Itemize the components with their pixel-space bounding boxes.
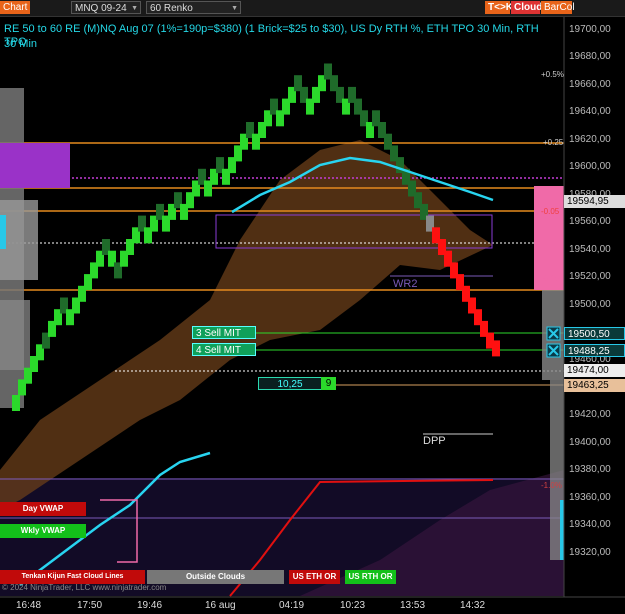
pct-mark: -0.05 <box>541 207 560 216</box>
price-tick-label: 19400,00 <box>569 437 611 448</box>
price-tick-label: 19380,00 <box>569 464 611 475</box>
us-rth-or-button[interactable]: US RTH OR <box>345 570 396 584</box>
pct-mark: +0.5% <box>541 70 564 79</box>
price-tick-label: 19540,00 <box>569 244 611 255</box>
position-qty[interactable]: 9 <box>321 377 336 390</box>
time-tick-label: 16 aug <box>205 600 236 611</box>
time-tick-label: 17:50 <box>77 600 103 611</box>
chart-title: RE 50 to 60 RE (M)NQ Aug 07 (1%=190p=$38… <box>4 23 539 48</box>
price-tick-label: 19360,00 <box>569 492 611 503</box>
time-tick-label: 13:53 <box>400 600 426 611</box>
renko-brick-up <box>12 395 20 411</box>
chart-toolbar: Chart MNQ 09-24 ▼ 60 Renko ▼ T<>K Cloud … <box>0 0 625 17</box>
cancel-order-icon[interactable] <box>546 326 561 341</box>
chart-title-cont: 30 Min <box>4 38 38 50</box>
price-tick-label: 19500,00 <box>569 299 611 310</box>
barcol-toggle-button[interactable]: BarCol <box>541 1 575 14</box>
price-tick-label: 19640,00 <box>569 106 611 117</box>
price-tick-label: 19420,00 <box>569 409 611 420</box>
pct-mark: -0.25 <box>541 274 560 283</box>
dpp-label: DPP <box>423 435 446 447</box>
time-tick-label: 04:19 <box>279 600 305 611</box>
current-price-tag: 19594,95 <box>564 195 625 208</box>
order-price-tag: 19500,50 <box>564 327 625 340</box>
price-tick-label: 19320,00 <box>569 547 611 558</box>
outside-clouds-button[interactable]: Outside Clouds <box>147 570 284 584</box>
price-tick-label: 19340,00 <box>569 519 611 530</box>
bar-type-selector[interactable]: 60 Renko ▼ <box>146 1 241 14</box>
instrument-value: MNQ 09-24 <box>75 3 127 14</box>
price-tick-label: 19620,00 <box>569 134 611 145</box>
sell-mit-order-1[interactable]: 3 Sell MIT <box>192 326 256 339</box>
sell-mit-order-2[interactable]: 4 Sell MIT <box>192 343 256 356</box>
cloud-toggle-button[interactable]: Cloud <box>511 1 542 14</box>
level-price-tag: 19474,00 <box>564 364 625 377</box>
time-tick-label: 10:23 <box>340 600 366 611</box>
price-tick-label: 19520,00 <box>569 271 611 282</box>
chart-menu-button[interactable]: Chart <box>0 1 30 14</box>
fast-cloud-button[interactable]: Tenkan Kijun Fast Cloud Lines <box>0 570 145 584</box>
bar-type-value: 60 Renko <box>150 3 193 14</box>
profile-bar-grey <box>0 300 30 370</box>
day-vwap-button[interactable]: Day VWAP <box>0 502 86 516</box>
time-tick-label: 14:32 <box>460 600 486 611</box>
position-pnl[interactable]: 10,25 <box>258 377 322 390</box>
instrument-selector[interactable]: MNQ 09-24 ▼ <box>71 1 141 14</box>
copyright-text: © 2024 NinjaTrader, LLC www.ninjatrader.… <box>2 583 167 592</box>
time-tick-label: 16:48 <box>16 600 42 611</box>
time-tick-label: 19:46 <box>137 600 163 611</box>
pct-mark: +0.25 <box>543 138 564 147</box>
pct-mark: -1.0% <box>541 481 562 490</box>
price-tick-label: 19660,00 <box>569 79 611 90</box>
position-price-tag: 19463,25 <box>564 379 625 392</box>
wkly-vwap-button[interactable]: Wkly VWAP <box>0 524 86 538</box>
tk-toggle-button[interactable]: T<>K <box>485 1 513 14</box>
order-price-tag: 19488,25 <box>564 344 625 357</box>
price-tick-label: 19560,00 <box>569 216 611 227</box>
cancel-order-icon[interactable] <box>546 343 561 358</box>
chevron-down-icon: ▼ <box>131 5 138 12</box>
chevron-down-icon: ▼ <box>231 5 238 12</box>
profile-edge-marker <box>0 215 6 249</box>
renko-brick-down <box>492 340 500 357</box>
price-tick-label: 19700,00 <box>569 24 611 35</box>
us-eth-or-button[interactable]: US ETH OR <box>289 570 340 584</box>
chart-canvas[interactable] <box>0 17 625 614</box>
price-tick-label: 19680,00 <box>569 51 611 62</box>
price-tick-label: 19600,00 <box>569 161 611 172</box>
wr2-label: WR2 <box>393 278 418 290</box>
profile-bar-purple <box>0 143 70 188</box>
